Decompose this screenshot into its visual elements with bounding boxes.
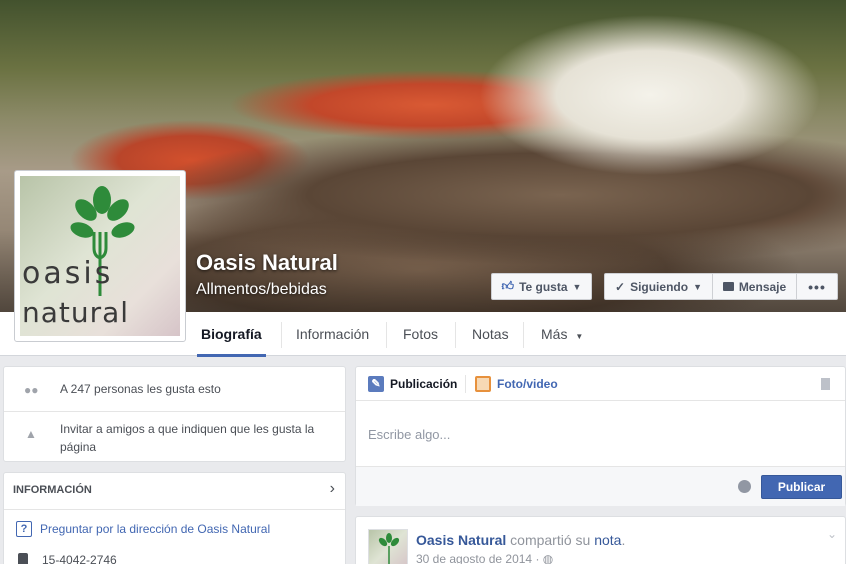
photo-video-icon [475,376,491,392]
composer-tab-photo[interactable]: Foto/video [475,376,558,392]
status-input[interactable] [356,402,845,466]
likes-card: ●● A 247 personas les gusta esto ▲ Invit… [3,366,346,462]
feed-post: Oasis Natural compartió su nota. 30 de a… [355,516,846,564]
phone-number: 15-4042-2746 [42,553,117,564]
directions-link[interactable]: Preguntar por la dirección de Oasis Natu… [40,522,270,536]
logo-word-oasis: oasis [22,256,114,291]
info-title: INFORMACIÓN [13,484,92,496]
tab-divider [281,322,282,348]
logo-word-natural: natural [22,296,130,329]
message-button[interactable]: Mensaje [712,273,797,300]
like-button-label: Te gusta [519,279,568,294]
phone-icon [18,553,28,564]
likes-count-text[interactable]: A 247 personas les gusta esto [60,380,221,398]
tab-divider [465,375,466,393]
divider [4,509,345,510]
tab-biografia[interactable]: Biografía [197,312,266,357]
fork-leaf-logo-icon [378,533,400,564]
pencil-icon: ✎ [368,376,384,392]
post-date-text: 30 de agosto de 2014 [416,552,533,564]
composer-footer: Publicar [356,466,845,506]
caret-down-icon: ▼ [575,332,584,341]
message-icon [722,282,734,291]
post-action-text: compartió su [510,532,591,548]
tab-fotos[interactable]: Fotos [399,312,442,356]
invite-person-icon: ▲ [25,427,37,441]
post-composer: ✎ Publicación Foto/video Publicar [355,366,846,506]
post-date[interactable]: 30 de agosto de 2014 · ◍ [416,552,553,564]
profile-logo: oasis natural [20,176,180,336]
chevron-down-icon[interactable]: ⌄ [827,527,837,541]
question-icon: ? [16,521,32,537]
composer-tabs: ✎ Publicación Foto/video [356,367,845,401]
tab-divider [386,322,387,348]
composer-tab-photo-label: Foto/video [497,377,558,391]
post-author-link[interactable]: Oasis Natural [416,532,506,548]
globe-icon[interactable] [738,480,751,493]
more-dots-icon: ••• [808,278,826,295]
page-category[interactable]: Allmentos/bebidas [196,281,327,299]
like-button[interactable]: 👍︎ Te gusta ▼ [491,273,592,300]
tab-informacion[interactable]: Información [292,312,373,356]
invite-friends-link[interactable]: Invitar a amigos a que indiquen que les … [60,420,330,456]
composer-tab-post-label: Publicación [390,377,458,391]
tab-divider [523,322,524,348]
info-card: INFORMACIÓN › ? Preguntar por la direcci… [3,472,346,564]
tab-mas-label: Más [541,326,568,342]
divider [4,411,345,412]
chevron-right-icon[interactable]: › [330,480,335,498]
publish-button[interactable]: Publicar [761,475,842,499]
composer-tab-post[interactable]: ✎ Publicación [368,376,457,392]
post-header: Oasis Natural compartió su nota. [416,532,625,548]
more-options-button[interactable]: ••• [796,273,838,300]
thumbs-up-icon: 👍︎ [501,279,515,293]
tab-mas[interactable]: Más ▼ [537,312,587,356]
people-icon: ●● [24,383,39,397]
tab-notas[interactable]: Notas [468,312,513,356]
following-button-label: Siguiendo [630,279,689,294]
post-period: . [621,532,626,548]
caret-down-icon: ▼ [693,281,702,292]
author-avatar[interactable] [368,529,408,564]
caret-down-icon: ▼ [572,281,582,292]
profile-picture[interactable]: oasis natural [14,170,186,342]
following-button[interactable]: ✓ Siguiendo ▼ [604,273,713,300]
checkmark-icon: ✓ [615,279,626,294]
tab-divider [455,322,456,348]
message-button-label: Mensaje [738,279,787,294]
page-name[interactable]: Oasis Natural [196,250,338,276]
globe-icon: · ◍ [535,552,554,564]
flag-icon[interactable] [821,378,833,390]
post-object-link[interactable]: nota [594,532,621,548]
